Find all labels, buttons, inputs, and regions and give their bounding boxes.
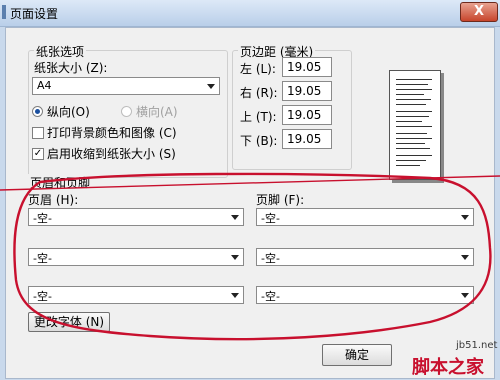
margin-left-input[interactable]: 19.05: [282, 57, 332, 77]
watermark-url: jb51.net: [456, 340, 498, 351]
paper-size-label: 纸张大小 (Z):: [34, 61, 108, 75]
chevron-down-icon[interactable]: [231, 293, 239, 298]
footer-select-2-value: -空-: [261, 252, 280, 265]
portrait-label: 纵向(O): [47, 105, 90, 119]
footer-select-2[interactable]: -空-: [256, 248, 474, 266]
header-select-3-value: -空-: [33, 290, 52, 303]
shrink-to-fit-label: 启用收缩到纸张大小 (S): [47, 147, 176, 161]
header-select-2[interactable]: -空-: [28, 248, 244, 266]
portrait-radio[interactable]: [32, 106, 43, 117]
header-label: 页眉 (H):: [28, 193, 79, 207]
landscape-label: 横向(A): [136, 105, 178, 119]
print-background-checkbox[interactable]: [32, 127, 44, 139]
footer-select-3[interactable]: -空-: [256, 286, 474, 304]
header-select-1[interactable]: -空-: [28, 208, 244, 226]
window-icon: [2, 5, 6, 19]
margin-top-input[interactable]: 19.05: [282, 105, 332, 125]
margin-bottom-input[interactable]: 19.05: [282, 129, 332, 149]
chevron-down-icon[interactable]: [231, 215, 239, 220]
footer-select-1[interactable]: -空-: [256, 208, 474, 226]
title-bar: 页面设置 X: [0, 0, 500, 27]
margin-top-label: 上 (T):: [240, 110, 277, 124]
header-select-3[interactable]: -空-: [28, 286, 244, 304]
ok-button[interactable]: 确定: [322, 344, 392, 366]
margin-bottom-label: 下 (B):: [240, 134, 278, 148]
margin-right-input[interactable]: 19.05: [282, 81, 332, 101]
footer-select-1-value: -空-: [261, 212, 280, 225]
shrink-to-fit-checkbox[interactable]: ✓: [32, 148, 44, 160]
paper-size-value: A4: [37, 79, 52, 92]
margin-left-label: 左 (L):: [240, 62, 276, 76]
chevron-down-icon[interactable]: [461, 215, 469, 220]
page-preview: [389, 70, 441, 180]
header-footer-label: 页眉和页脚: [28, 174, 93, 191]
chevron-down-icon[interactable]: [461, 293, 469, 298]
footer-label: 页脚 (F):: [256, 193, 305, 207]
header-select-2-value: -空-: [33, 252, 52, 265]
chevron-down-icon[interactable]: [461, 255, 469, 260]
chevron-down-icon[interactable]: [231, 255, 239, 260]
window-title: 页面设置: [10, 7, 59, 21]
paper-options-label: 纸张选项: [34, 43, 87, 60]
margin-right-label: 右 (R):: [240, 86, 278, 100]
landscape-radio[interactable]: [121, 106, 132, 117]
watermark-site-name: 脚本之家: [412, 357, 484, 378]
paper-size-select[interactable]: A4: [32, 77, 220, 95]
print-background-label: 打印背景颜色和图像 (C): [47, 126, 177, 140]
dialog-body: 纸张选项 纸张大小 (Z): A4 纵向(O) 横向(A) 打印背景颜色和图像 …: [5, 27, 495, 379]
header-select-1-value: -空-: [33, 212, 52, 225]
change-font-button[interactable]: 更改字体 (N): [28, 312, 110, 332]
footer-select-3-value: -空-: [261, 290, 280, 303]
close-button[interactable]: X: [460, 2, 498, 22]
chevron-down-icon[interactable]: [207, 84, 215, 89]
